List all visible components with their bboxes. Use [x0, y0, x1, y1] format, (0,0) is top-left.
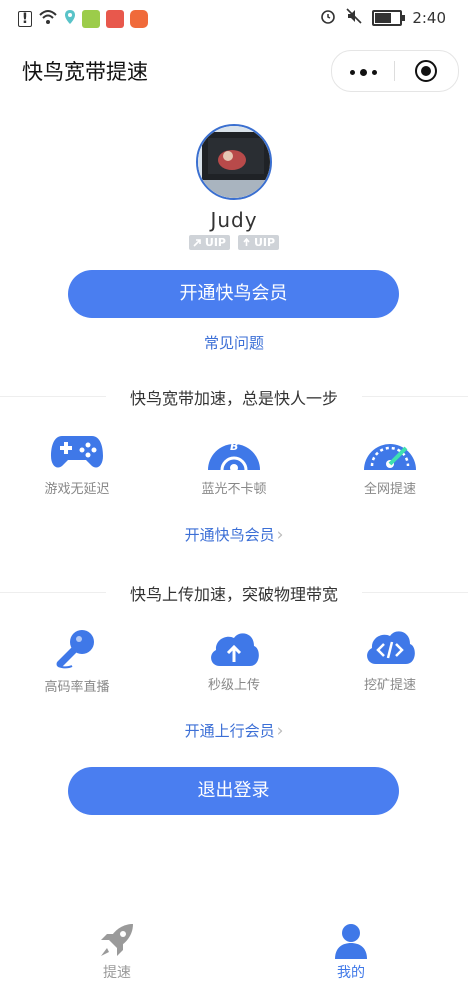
arrow-up-right-icon — [193, 239, 201, 247]
member-badges: UIP UIP — [0, 235, 468, 250]
status-right: 2:40 — [320, 8, 446, 28]
microphone-icon — [56, 630, 94, 669]
location-icon — [64, 9, 76, 29]
faq-link[interactable]: 常见问题 — [0, 332, 468, 353]
alert-icon: ! — [18, 11, 32, 27]
svg-text:B: B — [230, 440, 238, 453]
capsule-divider — [394, 61, 395, 81]
avatar-image — [198, 126, 270, 198]
page-title: 快鸟宽带提速 — [22, 60, 148, 84]
wifi-icon — [38, 9, 58, 29]
mute-icon — [346, 8, 362, 28]
alarm-icon — [320, 8, 336, 28]
user-icon — [335, 924, 367, 959]
gamepad-icon — [51, 436, 103, 468]
logout-button[interactable]: 退出登录 — [68, 767, 399, 815]
battery-icon — [372, 10, 406, 26]
app-icon-green — [82, 10, 100, 28]
arrow-up-icon — [243, 238, 250, 246]
download-section-title: 快鸟宽带加速，总是快人一步 — [0, 385, 468, 409]
close-miniprogram-button[interactable] — [415, 60, 437, 82]
feature-upload: 秒级上传 — [179, 628, 289, 693]
upload-vip-badge: UIP — [238, 235, 280, 250]
upload-section-title: 快鸟上传加速，突破物理带宽 — [0, 581, 468, 605]
feature-speed: 全网提速 — [335, 432, 445, 497]
speedometer-icon — [364, 444, 416, 470]
feature-bluray: B 蓝光不卡顿 — [179, 432, 289, 497]
open-member-button[interactable]: 开通快鸟会员 — [68, 270, 399, 318]
chevron-right-icon: › — [276, 525, 284, 545]
feature-game: 游戏无延迟 — [22, 432, 132, 497]
cloud-code-icon — [367, 631, 415, 664]
more-menu-button[interactable] — [350, 69, 377, 76]
feature-mining: 挖矿提速 — [335, 628, 445, 693]
status-left-icons: ! — [18, 9, 148, 29]
avatar[interactable] — [196, 124, 272, 200]
app-icon-orange — [130, 10, 148, 28]
clock-time: 2:40 — [412, 9, 446, 27]
username: Judy — [210, 208, 258, 232]
cloud-upload-icon — [211, 633, 259, 666]
feature-live: 高码率直播 — [22, 628, 132, 695]
rocket-icon — [101, 924, 133, 956]
tab-mine[interactable]: 我的 — [291, 922, 411, 982]
bluray-disc-icon: B — [208, 440, 260, 472]
miniprogram-capsule — [331, 50, 459, 92]
status-bar: ! 2:40 — [0, 0, 468, 38]
download-vip-badge: UIP — [188, 235, 230, 250]
app-icon-red — [106, 10, 124, 28]
open-upload-member-link[interactable]: 开通上行会员 › — [0, 720, 468, 741]
tab-speedup[interactable]: 提速 — [57, 922, 177, 982]
open-member-link[interactable]: 开通快鸟会员 › — [0, 524, 468, 545]
chevron-right-icon: › — [276, 721, 284, 741]
